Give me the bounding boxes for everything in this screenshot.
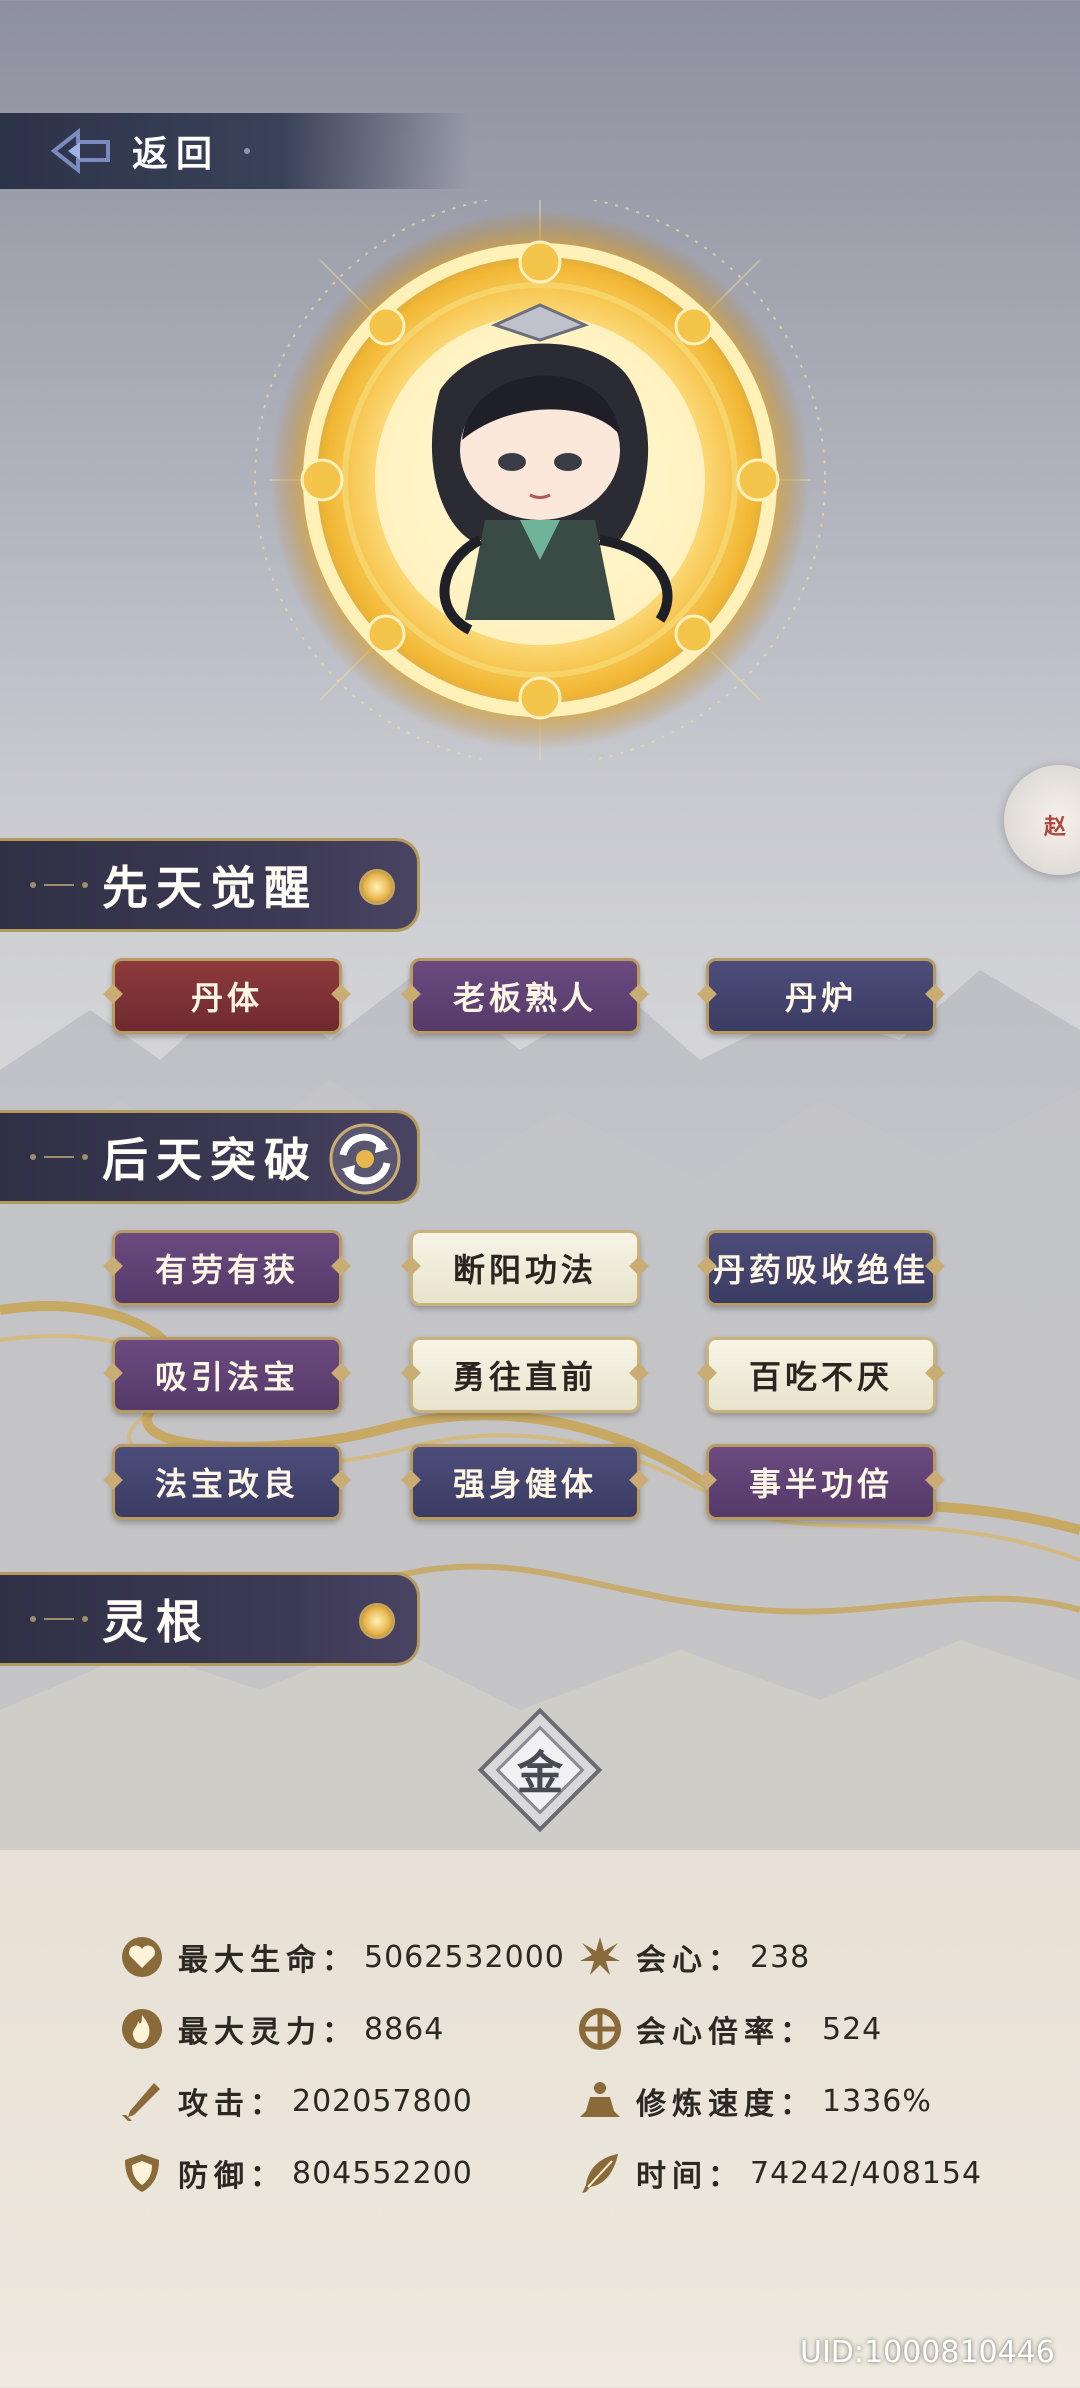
- burst-icon: [580, 1937, 620, 1975]
- talent-innate-2[interactable]: 老板熟人: [410, 958, 640, 1034]
- refresh-icon[interactable]: [325, 1119, 405, 1199]
- stat-time: 时间： 74242/408154: [578, 2151, 982, 2195]
- stat-value: 5062532000: [364, 1939, 565, 1975]
- back-label: 返回: [132, 133, 221, 175]
- talent-acquired-8[interactable]: 强身健体: [410, 1444, 640, 1520]
- side-float-label: 赵: [1044, 814, 1067, 840]
- stat-label: 防御：: [178, 2159, 286, 2194]
- section-header-innate: 先天觉醒: [0, 838, 420, 932]
- stat-label: 修炼速度：: [636, 2087, 816, 2122]
- talent-label: 强身健体: [452, 1465, 597, 1503]
- sword-icon: [122, 2083, 160, 2121]
- heart-icon: [122, 1937, 162, 1977]
- flame-icon: [122, 2009, 162, 2049]
- talent-label: 丹炉: [784, 979, 857, 1017]
- gem-icon: [359, 1603, 395, 1639]
- target-icon: [579, 2008, 621, 2050]
- talent-acquired-5[interactable]: 勇往直前: [410, 1337, 640, 1413]
- header-ornament: [30, 1616, 88, 1622]
- stat-label: 会心：: [636, 1943, 744, 1978]
- meditation-icon: [580, 2082, 620, 2117]
- talent-innate-1[interactable]: 丹体: [112, 958, 342, 1034]
- stat-crit-mult: 会心倍率： 524: [578, 2007, 882, 2051]
- talent-label: 丹体: [190, 979, 263, 1017]
- talent-acquired-1[interactable]: 有劳有获: [112, 1230, 342, 1306]
- talent-acquired-7[interactable]: 法宝改良: [112, 1444, 342, 1520]
- section-title-spirit-root: 灵根: [102, 1595, 210, 1649]
- stat-value: 524: [822, 2011, 883, 2047]
- stat-value: 74242/408154: [750, 2155, 983, 2191]
- stat-label: 时间：: [636, 2159, 744, 2194]
- talent-acquired-6[interactable]: 百吃不厌: [706, 1337, 936, 1413]
- side-float-button[interactable]: 赵: [1004, 765, 1080, 875]
- stat-label: 会心倍率：: [636, 2015, 816, 2050]
- gem-icon: [359, 869, 395, 905]
- talent-acquired-2[interactable]: 断阳功法: [410, 1230, 640, 1306]
- back-arrow-icon: [50, 127, 110, 175]
- shield-icon: [125, 2154, 159, 2192]
- stat-max-hp: 最大生命： 5062532000: [120, 1935, 565, 1979]
- talent-label: 事半功倍: [748, 1465, 893, 1503]
- stat-defense: 防御： 804552200: [120, 2151, 473, 2195]
- stat-label: 攻击：: [178, 2087, 286, 2122]
- stat-value: 238: [750, 1939, 811, 1975]
- stat-label: 最大生命：: [178, 1943, 358, 1978]
- talent-label: 吸引法宝: [154, 1358, 299, 1396]
- back-button[interactable]: 返回: [0, 113, 470, 189]
- stat-label: 最大灵力：: [178, 2015, 358, 2050]
- section-header-spirit-root: 灵根: [0, 1572, 420, 1666]
- stat-crit: 会心： 238: [578, 1935, 810, 1979]
- stat-value: 8864: [364, 2011, 445, 2047]
- talent-label: 老板熟人: [452, 979, 597, 1017]
- spirit-root-badge[interactable]: 金: [470, 1700, 610, 1840]
- stat-max-spirit: 最大灵力： 8864: [120, 2007, 444, 2051]
- talent-label: 勇往直前: [452, 1358, 597, 1396]
- talent-label: 断阳功法: [452, 1251, 597, 1289]
- talent-label: 法宝改良: [154, 1465, 299, 1503]
- uid-label: UID:1000810446: [800, 2335, 1055, 2370]
- talent-acquired-3[interactable]: 丹药吸收绝佳: [706, 1230, 936, 1306]
- stat-cultivation-speed: 修炼速度： 1336%: [578, 2079, 932, 2123]
- feather-icon: [582, 2154, 618, 2193]
- talent-label: 丹药吸收绝佳: [712, 1251, 929, 1289]
- stat-attack: 攻击： 202057800: [120, 2079, 473, 2123]
- section-title-innate: 先天觉醒: [102, 861, 318, 915]
- character-portrait: [254, 200, 826, 760]
- stat-value: 202057800: [292, 2083, 473, 2119]
- talent-acquired-4[interactable]: 吸引法宝: [112, 1337, 342, 1413]
- talent-acquired-9[interactable]: 事半功倍: [706, 1444, 936, 1520]
- section-header-acquired: 后天突破: [0, 1110, 420, 1204]
- decor-dot: [244, 148, 251, 154]
- talent-innate-3[interactable]: 丹炉: [706, 958, 936, 1034]
- talent-label: 百吃不厌: [748, 1358, 893, 1396]
- stat-value: 804552200: [292, 2155, 473, 2191]
- section-title-acquired: 后天突破: [102, 1133, 318, 1187]
- header-ornament: [30, 1154, 88, 1160]
- spirit-root-element: 金: [517, 1746, 563, 1800]
- header-ornament: [30, 882, 88, 888]
- stat-value: 1336%: [822, 2083, 932, 2119]
- talent-label: 有劳有获: [154, 1251, 299, 1289]
